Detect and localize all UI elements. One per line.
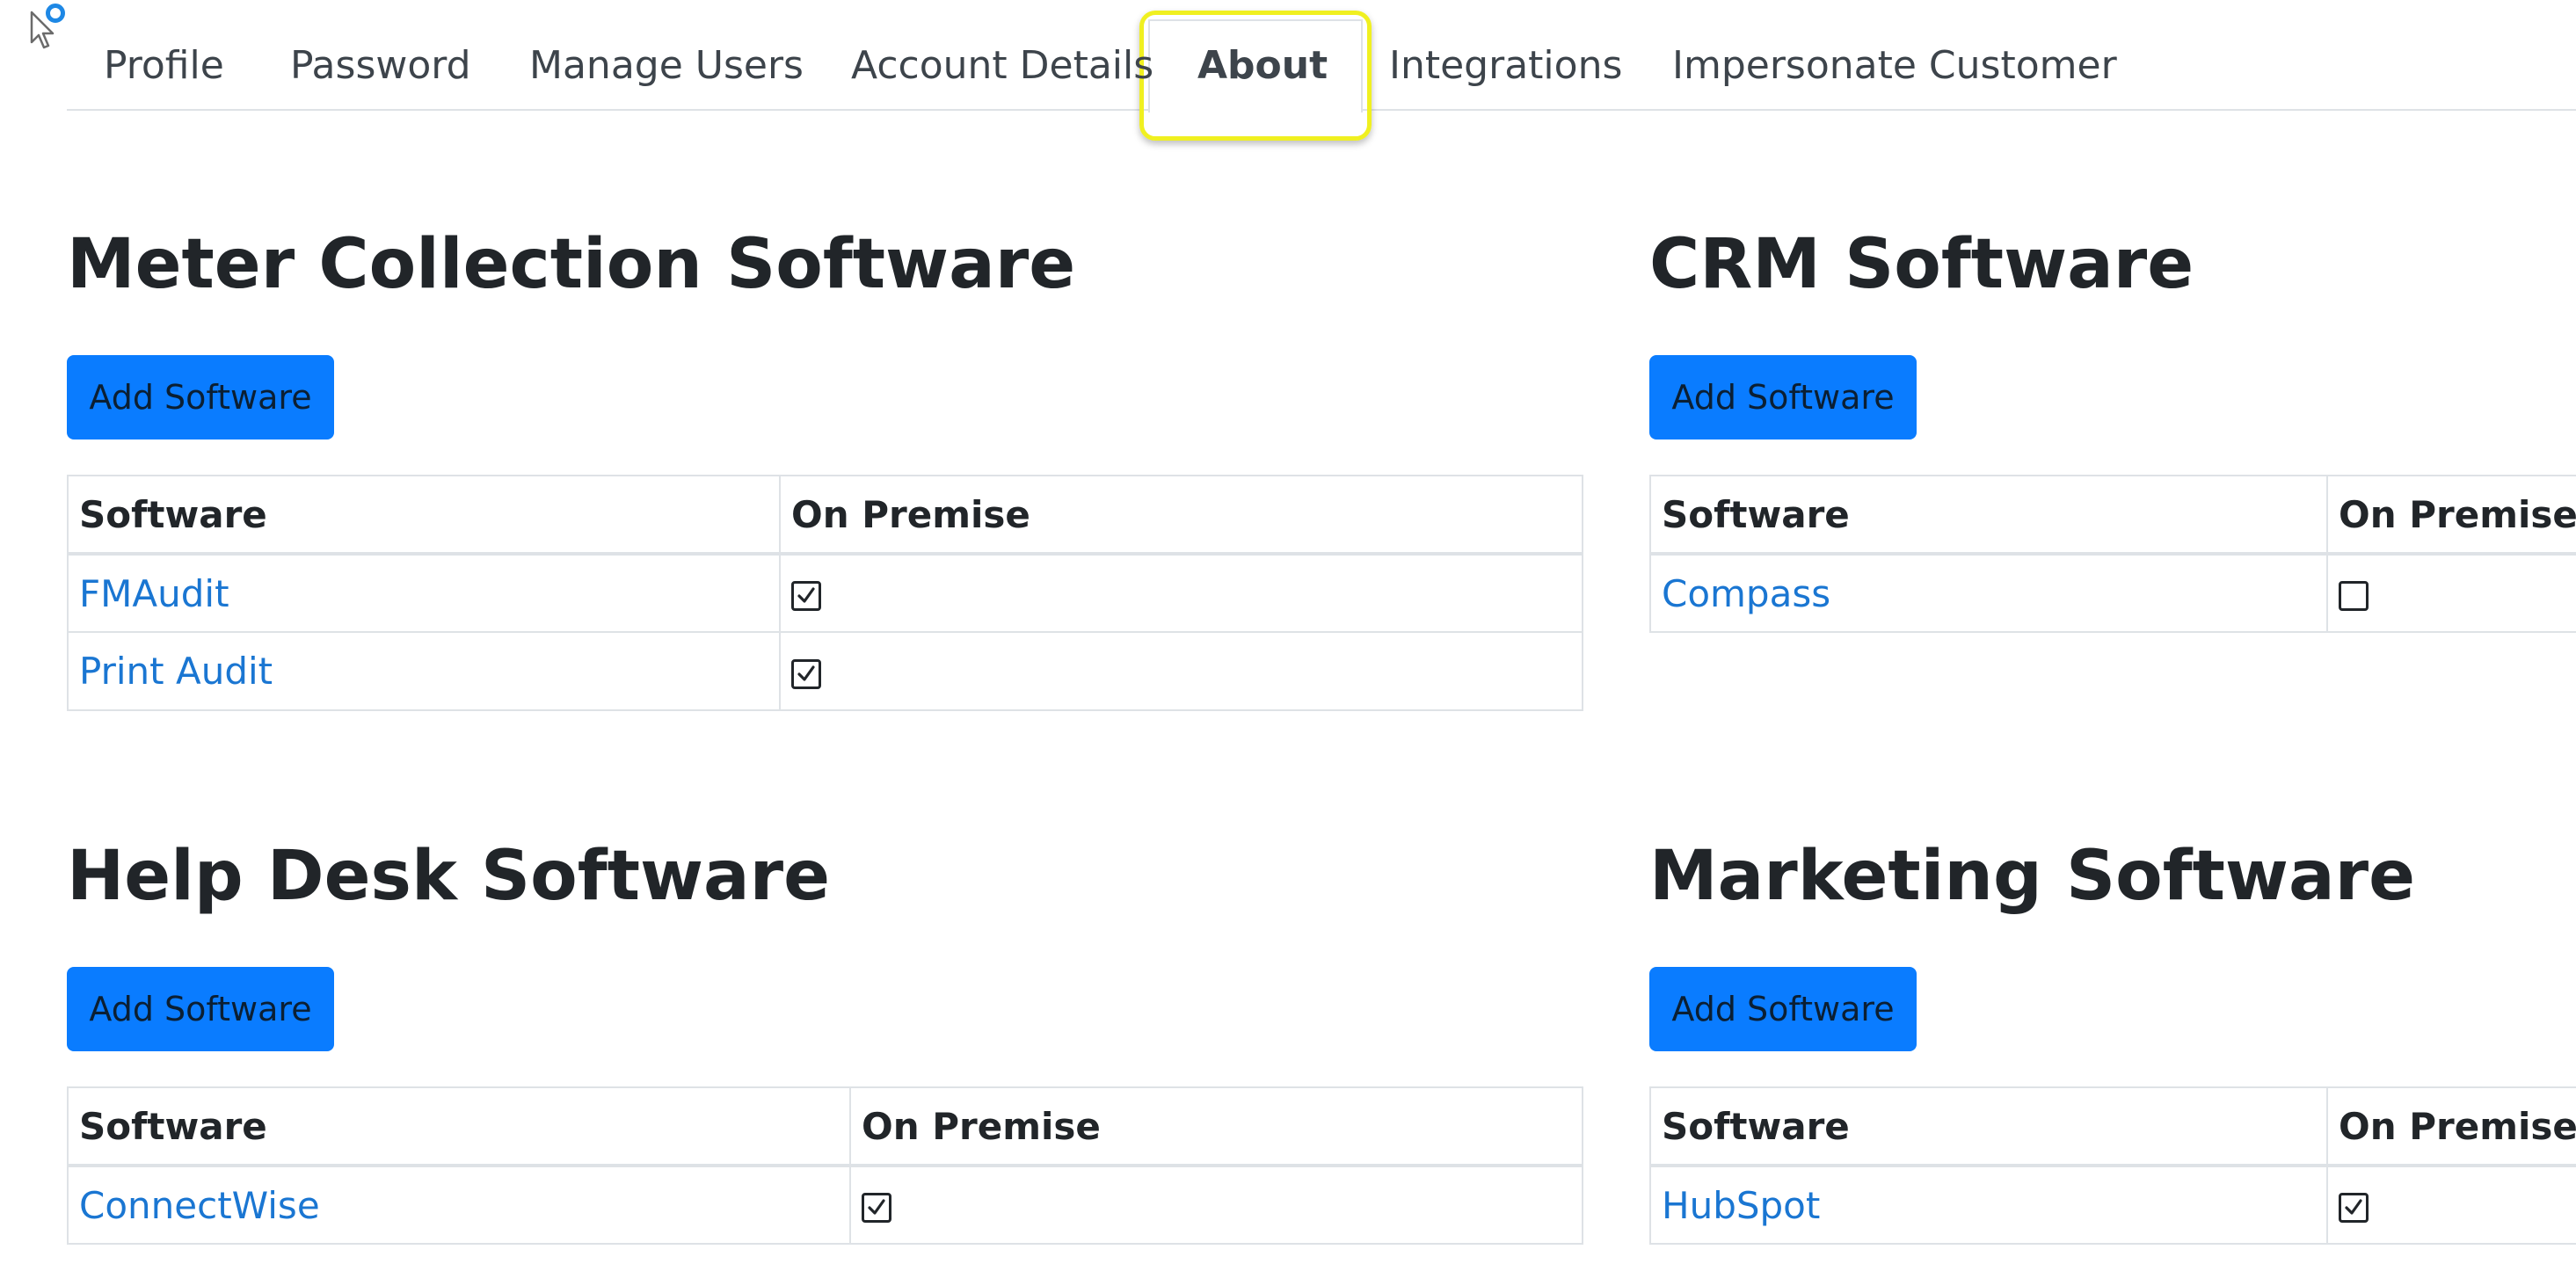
meter-collection-section: Meter Collection Software Add Software S… <box>67 230 1583 723</box>
column-header-software: Software <box>67 1086 851 1167</box>
section-title: CRM Software <box>1649 230 2194 304</box>
tab-profile[interactable]: Profile <box>104 0 224 111</box>
checkmark-icon <box>868 1199 885 1215</box>
tab-integrations[interactable]: Integrations <box>1389 0 1622 111</box>
software-link[interactable]: ConnectWise <box>79 1184 320 1227</box>
marketing-software-table: Software On Premise HubSpot <box>1649 1086 2576 1245</box>
table-row: Compass <box>1649 553 2576 633</box>
section-title: Meter Collection Software <box>67 225 1076 304</box>
column-header-software: Software <box>67 475 781 556</box>
on-premise-checkbox[interactable] <box>791 581 821 611</box>
software-link[interactable]: FMAudit <box>79 572 229 615</box>
tab-account-details[interactable]: Account Details <box>851 0 1153 111</box>
table-header-row: Software On Premise <box>67 475 1583 556</box>
settings-page: Profile Password Manage Users Account De… <box>0 0 2576 1264</box>
loading-spinner-icon <box>46 4 65 23</box>
column-header-on-premise: On Premise <box>2326 1086 2576 1167</box>
tab-impersonate-customer[interactable]: Impersonate Customer <box>1672 0 2117 111</box>
help-desk-software-table: Software On Premise ConnectWise <box>67 1086 1583 1245</box>
on-premise-checkbox[interactable] <box>2339 581 2369 611</box>
marketing-section: Marketing Software Add Software Software… <box>1649 842 2576 1264</box>
on-premise-checkbox[interactable] <box>2339 1193 2369 1223</box>
table-header-row: Software On Premise <box>1649 1086 2576 1167</box>
add-help-desk-software-button[interactable]: Add Software <box>67 967 334 1051</box>
checkmark-icon <box>2345 1199 2362 1215</box>
tab-about[interactable]: About <box>1197 0 1328 111</box>
checkmark-icon <box>797 665 815 681</box>
table-row: HubSpot <box>1649 1165 2576 1245</box>
column-header-on-premise: On Premise <box>779 475 1583 556</box>
help-desk-section: Help Desk Software Add Software Software… <box>67 842 1583 1264</box>
table-header-row: Software On Premise <box>67 1086 1583 1167</box>
tab-password[interactable]: Password <box>290 0 471 111</box>
meter-software-table: Software On Premise FMAudit Print Audit <box>67 475 1583 711</box>
add-meter-software-button[interactable]: Add Software <box>67 355 334 439</box>
software-link[interactable]: Compass <box>1662 572 1830 615</box>
on-premise-checkbox[interactable] <box>791 658 821 689</box>
on-premise-checkbox[interactable] <box>862 1193 891 1223</box>
column-header-on-premise: On Premise <box>849 1086 1583 1167</box>
section-title: Help Desk Software <box>67 842 831 916</box>
table-row: ConnectWise <box>67 1165 1583 1245</box>
column-header-on-premise: On Premise <box>2326 475 2576 556</box>
crm-section: CRM Software Add Software Software On Pr… <box>1649 230 2576 652</box>
column-header-software: Software <box>1649 1086 2328 1167</box>
checkmark-icon <box>797 587 815 603</box>
column-header-software: Software <box>1649 475 2328 556</box>
table-row: Print Audit <box>67 631 1583 711</box>
table-row: FMAudit <box>67 553 1583 633</box>
software-link[interactable]: HubSpot <box>1662 1184 1820 1227</box>
add-marketing-software-button[interactable]: Add Software <box>1649 967 1917 1051</box>
crm-software-table: Software On Premise Compass <box>1649 475 2576 633</box>
table-header-row: Software On Premise <box>1649 475 2576 556</box>
section-title: Marketing Software <box>1649 842 2415 916</box>
tab-manage-users[interactable]: Manage Users <box>529 0 804 111</box>
add-crm-software-button[interactable]: Add Software <box>1649 355 1917 439</box>
software-link[interactable]: Print Audit <box>79 650 273 693</box>
